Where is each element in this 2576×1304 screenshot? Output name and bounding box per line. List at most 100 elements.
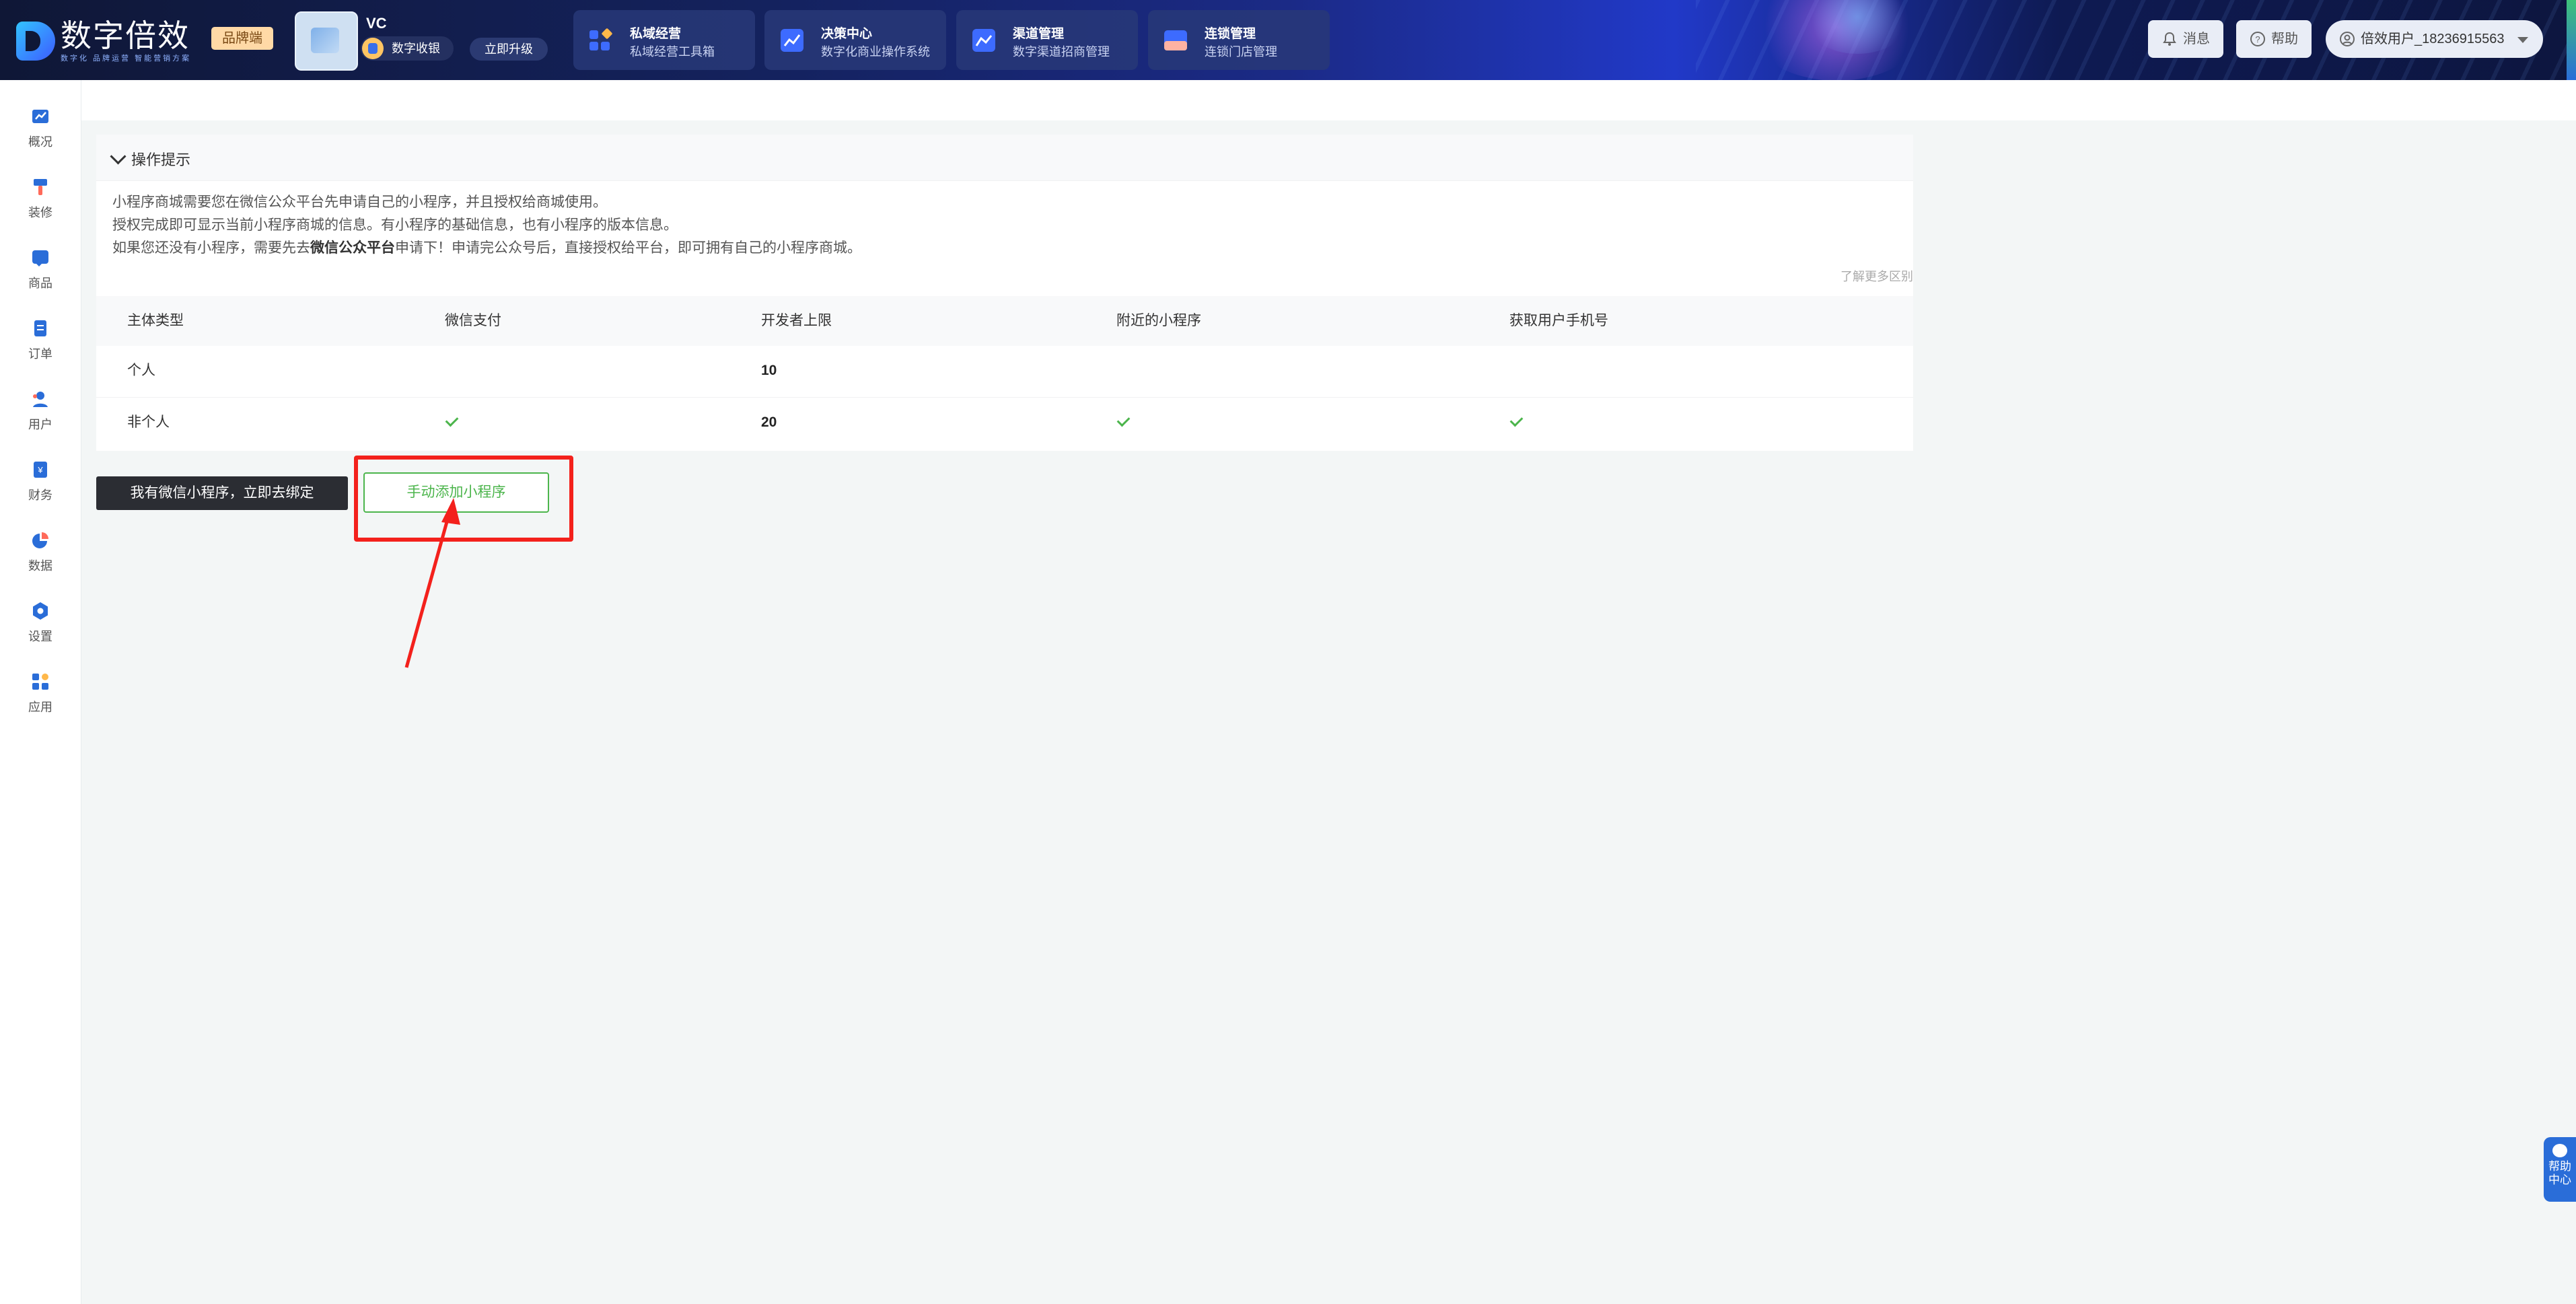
nav-title: 连锁管理: [1205, 27, 1256, 41]
user-icon: [33, 392, 48, 407]
settings-icon: [33, 602, 48, 620]
sidebar-item-label: 应用: [28, 700, 52, 714]
apps-icon: [32, 674, 48, 690]
column-header: 获取用户手机号: [1509, 313, 1608, 328]
tip-line-3: 如果您还没有小程序，需要先去微信公众平台申请下！申请完公众号后，直接授权给平台，…: [112, 237, 861, 257]
check-icon: [1116, 413, 1131, 427]
tips-title: 操作提示: [131, 151, 191, 168]
sidebar-item-apps[interactable]: 应用: [0, 665, 81, 726]
sidebar-item-label: 设置: [28, 630, 52, 643]
check-icon: [445, 413, 459, 427]
tip-line-3-pre: 如果您还没有小程序，需要先去: [112, 240, 310, 256]
help-button[interactable]: ? 帮助: [2236, 20, 2312, 58]
help-float-line-2: 中心: [2548, 1173, 2571, 1186]
sidebar-item-label: 装修: [28, 206, 52, 219]
table-row: 个人 10: [96, 346, 1913, 398]
nav-subtitle: 连锁门店管理: [1205, 45, 1277, 59]
column-header: 开发者上限: [761, 313, 832, 328]
sidebar-item-decoration[interactable]: 装修: [0, 171, 81, 231]
nav-title: 私域经营: [630, 27, 682, 41]
app-logo[interactable]: 数字倍效 数字化 品牌运营 智能营销方案: [16, 17, 191, 65]
svg-text:?: ?: [2255, 34, 2260, 44]
store-name: VC: [366, 15, 387, 32]
nav-title: 决策中心: [821, 27, 873, 41]
sidebar-item-data[interactable]: 数据: [0, 524, 81, 585]
chat-bubble-icon: [2552, 1144, 2567, 1157]
message-label: 消息: [2183, 32, 2210, 46]
brush-icon: [34, 179, 47, 195]
table-row: 非个人 20: [96, 398, 1913, 449]
sidebar-item-label: 用户: [28, 418, 52, 431]
nav-channel-management[interactable]: 渠道管理 数字渠道招商管理: [956, 10, 1138, 70]
store-icon: [1164, 30, 1187, 50]
content-top-strip: [81, 80, 2576, 120]
nav-private-domain[interactable]: 私域经营 私域经营工具箱: [573, 10, 755, 70]
sidebar-item-settings[interactable]: 设置: [0, 595, 81, 655]
nav-subtitle: 数字渠道招商管理: [1013, 45, 1110, 59]
tip-line-1: 小程序商城需要您在微信公众平台先申请自己的小程序，并且授权给商城使用。: [112, 194, 607, 210]
plan-badge-icon: [362, 38, 384, 59]
pie-icon: [32, 532, 48, 548]
annotation-arrow: [404, 498, 460, 668]
help-label: 帮助: [2271, 32, 2298, 46]
top-header: 数字倍效 数字化 品牌运营 智能营销方案 品牌端 VC 数字收银 立即升级 私域…: [0, 0, 2576, 80]
tip-line-2: 授权完成即可显示当前小程序商城的信息。有小程序的基础信息，也有小程序的版本信息。: [112, 217, 678, 233]
trend-chart-icon: [781, 29, 803, 52]
svg-text:¥: ¥: [37, 465, 43, 475]
edge-accent: [2567, 0, 2576, 80]
sidebar: 概况 装修 商品 订单 用户 ¥ 财务 数据 设置 应用: [0, 80, 81, 1304]
learn-more-link[interactable]: 了解更多区别: [1840, 267, 1913, 285]
cell-limit: 10: [761, 363, 777, 378]
column-header: 主体类型: [127, 313, 184, 328]
check-icon: [1509, 413, 1524, 427]
chevron-down-icon: [2517, 37, 2529, 43]
tips-header[interactable]: 操作提示: [96, 135, 1913, 181]
finance-icon: ¥: [34, 462, 47, 478]
sidebar-item-label: 概况: [28, 135, 52, 149]
chevron-down-icon: [110, 148, 127, 165]
user-menu[interactable]: 倍效用户_18236915563: [2326, 20, 2544, 58]
cell-type: 非个人: [127, 414, 170, 430]
question-icon: ?: [2250, 32, 2265, 46]
logo-subtitle: 数字化 品牌运营 智能营销方案: [61, 55, 192, 63]
cell-type: 个人: [127, 363, 155, 378]
sidebar-item-users[interactable]: 用户: [0, 383, 81, 443]
column-header: 附近的小程序: [1116, 313, 1201, 328]
channel-chart-icon: [972, 29, 995, 52]
order-icon: [34, 320, 46, 336]
goods-icon: [32, 250, 48, 266]
wechat-platform-link[interactable]: 微信公众平台: [310, 240, 395, 256]
nav-title: 渠道管理: [1013, 27, 1065, 41]
logo-title: 数字倍效: [61, 18, 190, 53]
sidebar-item-goods[interactable]: 商品: [0, 242, 81, 302]
chart-icon: [32, 110, 48, 123]
user-avatar-icon: [2340, 32, 2355, 46]
table-header: 主体类型 微信支付 开发者上限 附近的小程序 获取用户手机号: [96, 296, 1913, 346]
logo-icon: [16, 22, 55, 61]
bind-mini-program-button[interactable]: 我有微信小程序，立即去绑定: [96, 476, 348, 510]
nav-subtitle: 数字化商业操作系统: [821, 45, 930, 59]
help-center-button[interactable]: 帮助 中心: [2544, 1137, 2576, 1202]
nav-chain-management[interactable]: 连锁管理 连锁门店管理: [1148, 10, 1330, 70]
nav-subtitle: 私域经营工具箱: [630, 45, 715, 59]
grid-diamond-icon: [589, 28, 612, 50]
mini-program-panel: 操作提示 小程序商城需要您在微信公众平台先申请自己的小程序，并且授权给商城使用。…: [96, 135, 1913, 451]
sidebar-item-label: 数据: [28, 559, 52, 573]
message-button[interactable]: 消息: [2148, 20, 2223, 58]
bell-icon: [2163, 32, 2176, 46]
brand-tag: 品牌端: [211, 27, 273, 50]
sidebar-item-finance[interactable]: ¥ 财务: [0, 454, 81, 514]
sidebar-item-label: 订单: [28, 347, 52, 361]
sidebar-item-orders[interactable]: 订单: [0, 312, 81, 373]
sidebar-item-label: 商品: [28, 277, 52, 290]
cell-limit: 20: [761, 414, 777, 430]
upgrade-button[interactable]: 立即升级: [470, 38, 548, 61]
nav-decision-center[interactable]: 决策中心 数字化商业操作系统: [764, 10, 946, 70]
user-name: 倍效用户_18236915563: [2361, 32, 2505, 46]
column-header: 微信支付: [445, 313, 501, 328]
tip-line-3-post: 申请下！申请完公众号后，直接授权给平台，即可拥有自己的小程序商城。: [395, 240, 861, 256]
sidebar-item-overview[interactable]: 概况: [0, 100, 81, 161]
sidebar-item-label: 财务: [28, 488, 52, 502]
store-avatar[interactable]: [295, 11, 358, 71]
help-float-line-1: 帮助: [2548, 1160, 2571, 1173]
